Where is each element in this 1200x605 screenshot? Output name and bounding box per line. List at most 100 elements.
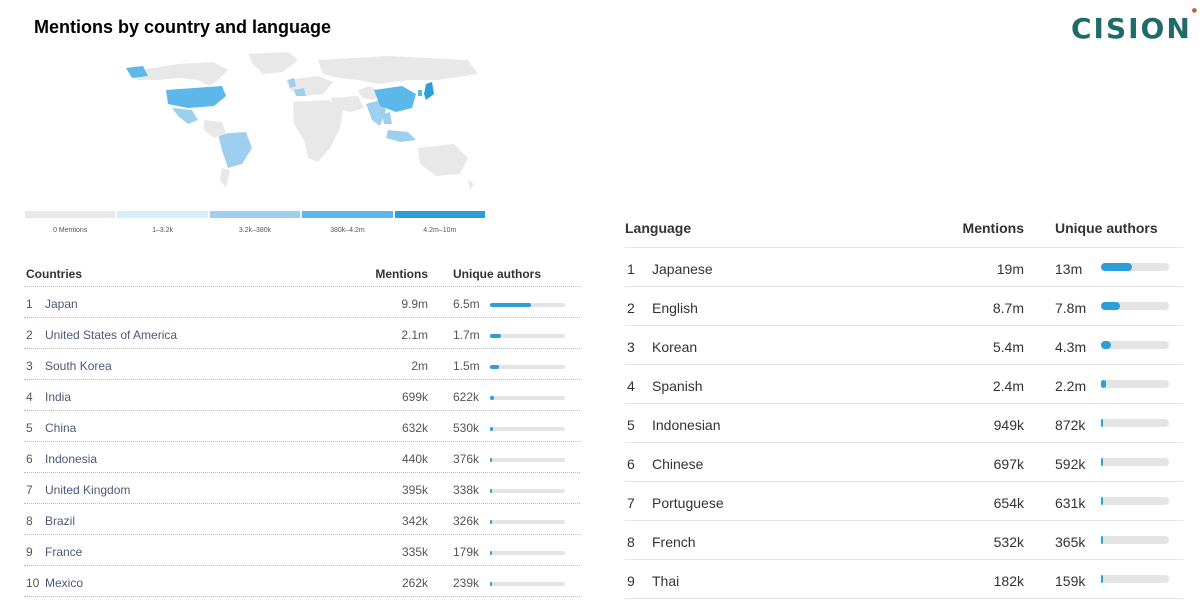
language-row[interactable]: 5 Indonesian 949k 872k — [625, 404, 1183, 443]
row-mentions: 395k — [401, 483, 428, 497]
row-rank: 9 — [627, 573, 635, 589]
country-row[interactable]: 2 United States of America 2.1m 1.7m — [24, 318, 580, 349]
authors-bar-fill — [490, 427, 494, 431]
map-new-zealand[interactable] — [468, 180, 474, 190]
country-row[interactable]: 8 Brazil 342k 326k — [24, 504, 580, 535]
language-row[interactable]: 6 Chinese 697k 592k — [625, 443, 1183, 482]
authors-bar-fill — [490, 582, 492, 586]
row-rank: 5 — [627, 417, 635, 433]
row-authors: 1.7m — [453, 328, 480, 342]
language-name[interactable]: Spanish — [652, 378, 703, 394]
language-row[interactable]: 9 Thai 182k 159k — [625, 560, 1183, 599]
row-rank: 7 — [26, 483, 33, 497]
country-row[interactable]: 4 India 699k 622k — [24, 380, 580, 411]
country-name[interactable]: Japan — [45, 297, 78, 311]
authors-bar-fill — [490, 520, 493, 524]
country-row[interactable]: 6 Indonesia 440k 376k — [24, 442, 580, 473]
legend-label: 3.2k–380k — [238, 227, 272, 234]
language-name[interactable]: English — [652, 300, 698, 316]
country-name[interactable]: Brazil — [45, 514, 75, 528]
map-usa[interactable] — [166, 86, 226, 108]
language-name[interactable]: Japanese — [652, 261, 713, 277]
page-title: Mentions by country and language — [34, 17, 332, 37]
country-name[interactable]: China — [45, 421, 76, 435]
language-row[interactable]: 3 Korean 5.4m 4.3m — [625, 326, 1183, 365]
country-row[interactable]: 3 South Korea 2m 1.5m — [24, 349, 580, 380]
row-rank: 3 — [627, 339, 635, 355]
country-row[interactable]: 7 United Kingdom 395k 338k — [24, 473, 580, 504]
row-authors: 530k — [453, 421, 480, 435]
country-name[interactable]: India — [45, 390, 71, 404]
map-russia[interactable] — [318, 56, 478, 84]
row-rank: 1 — [627, 261, 635, 277]
countries-header-mentions[interactable]: Mentions — [375, 267, 428, 281]
country-name[interactable]: Indonesia — [45, 452, 97, 466]
map-korea[interactable] — [418, 90, 422, 96]
country-name[interactable]: South Korea — [45, 359, 112, 373]
legend-swatch — [394, 211, 486, 218]
row-authors: 365k — [1055, 534, 1086, 550]
country-row[interactable]: 1 Japan 9.9m 6.5m — [24, 287, 580, 318]
language-name[interactable]: Indonesian — [652, 417, 721, 433]
map-australia[interactable] — [418, 144, 468, 176]
language-name[interactable]: Korean — [652, 339, 697, 355]
countries-header-name[interactable]: Countries — [26, 267, 82, 281]
authors-bar-track — [1101, 302, 1169, 310]
languages-header-mentions[interactable]: Mentions — [963, 220, 1024, 236]
language-row[interactable]: 4 Spanish 2.4m 2.2m — [625, 365, 1183, 404]
languages-header-authors[interactable]: Unique authors — [1055, 220, 1158, 236]
authors-bar-fill — [1101, 497, 1103, 505]
language-row[interactable]: 8 French 532k 365k — [625, 521, 1183, 560]
country-name[interactable]: United Kingdom — [45, 483, 130, 497]
languages-header-name[interactable]: Language — [625, 220, 691, 236]
country-row[interactable]: 5 China 632k 530k — [24, 411, 580, 442]
language-row[interactable]: 1 Japanese 19m 13m — [625, 248, 1183, 287]
authors-bar-track — [490, 582, 565, 586]
language-name[interactable]: French — [652, 534, 696, 550]
language-name[interactable]: Portuguese — [652, 495, 724, 511]
row-mentions: 5.4m — [992, 339, 1024, 355]
map-se-asia[interactable] — [382, 112, 392, 124]
language-name[interactable]: Thai — [652, 573, 679, 589]
countries-table-header: Countries Mentions Unique authors — [24, 262, 580, 287]
country-name[interactable]: Mexico — [45, 576, 83, 590]
row-mentions: 632k — [401, 421, 428, 435]
map-alaska[interactable] — [126, 66, 148, 78]
legend-item: 0 Mentions — [25, 211, 116, 241]
country-name[interactable]: United States of America — [45, 328, 177, 342]
row-mentions: 19m — [996, 261, 1024, 277]
row-authors: 1.5m — [453, 359, 480, 373]
map-mexico[interactable] — [172, 108, 198, 124]
countries-table: Countries Mentions Unique authors 1 Japan… — [24, 262, 580, 597]
map-brazil[interactable] — [218, 132, 252, 168]
legend-label: 0 Mentions — [53, 227, 88, 234]
cision-logo: CISION● — [1071, 6, 1200, 45]
legend-swatch — [209, 211, 301, 218]
map-indonesia[interactable] — [386, 130, 416, 142]
row-mentions: 532k — [993, 534, 1024, 550]
authors-bar-track — [1101, 536, 1169, 544]
country-row[interactable]: 9 France 335k 179k — [24, 535, 580, 566]
country-name[interactable]: France — [45, 545, 82, 559]
countries-header-authors[interactable]: Unique authors — [453, 267, 541, 281]
world-map[interactable] — [118, 50, 488, 198]
languages-table: Language Mentions Unique authors 1 Japane… — [625, 213, 1183, 599]
map-argentina[interactable] — [220, 168, 230, 188]
language-row[interactable]: 7 Portuguese 654k 631k — [625, 482, 1183, 521]
map-japan[interactable] — [424, 82, 434, 100]
row-mentions: 699k — [401, 390, 428, 404]
language-name[interactable]: Chinese — [652, 456, 703, 472]
country-row[interactable]: 10 Mexico 262k 239k — [24, 566, 580, 597]
map-greenland[interactable] — [248, 52, 298, 74]
row-rank: 6 — [627, 456, 635, 472]
authors-bar-fill — [1101, 341, 1112, 349]
map-africa[interactable] — [293, 100, 343, 162]
language-row[interactable]: 2 English 8.7m 7.8m — [625, 287, 1183, 326]
row-rank: 5 — [26, 421, 33, 435]
languages-table-header: Language Mentions Unique authors — [625, 213, 1183, 248]
row-authors: 159k — [1055, 573, 1086, 589]
logo-text: CISION — [1071, 12, 1192, 45]
authors-bar-fill — [490, 365, 499, 369]
row-authors: 622k — [453, 390, 480, 404]
row-authors: 7.8m — [1055, 300, 1087, 316]
